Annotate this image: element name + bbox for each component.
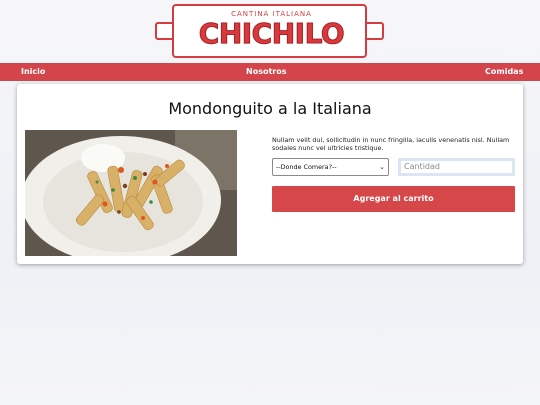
chevron-down-icon: ⌄ [379, 163, 385, 171]
nav-item-inicio[interactable]: Inicio [21, 63, 45, 81]
brand-logo[interactable]: CANTINA ITALIANA CHICHILO [155, 4, 384, 58]
brand-name: CHICHILO [198, 17, 345, 50]
nav-item-nosotros[interactable]: Nosotros [246, 63, 286, 81]
dining-option-value: --Donde Comera?-- [276, 163, 337, 171]
site-header: CANTINA ITALIANA CHICHILO [0, 0, 540, 63]
product-title: Mondonguito a la Italiana [168, 99, 372, 118]
main-nav: Inicio Nosotros Comidas [0, 63, 540, 81]
dining-option-select[interactable]: --Donde Comera?-- ⌄ [272, 158, 389, 176]
add-to-cart-button[interactable]: Agregar al carrito [272, 186, 515, 212]
product-description: Nullam velit dui, sollicitudin in nunc f… [272, 136, 510, 152]
logo-box: CANTINA ITALIANA CHICHILO [172, 4, 367, 58]
product-card: Mondonguito a la Italiana Nullam velit d… [17, 84, 523, 264]
product-image [25, 130, 237, 256]
quantity-input[interactable]: Cantidad [398, 158, 515, 176]
nav-item-comidas[interactable]: Comidas [485, 63, 523, 81]
pasta-dish-illustration [25, 130, 237, 256]
